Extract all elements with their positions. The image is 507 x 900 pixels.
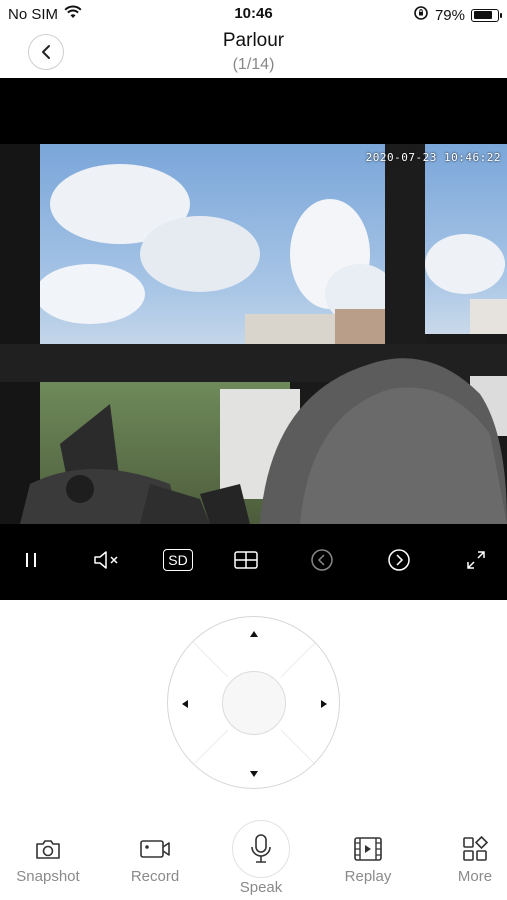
battery-icon xyxy=(471,8,502,22)
more-button[interactable]: More xyxy=(430,834,507,885)
arrow-right-icon xyxy=(321,700,327,708)
arrow-left-icon xyxy=(182,700,188,708)
arrow-up-icon xyxy=(250,631,258,637)
ptz-joystick[interactable] xyxy=(167,616,340,789)
video-timestamp: 2020-07-23 10:46:22 xyxy=(365,151,501,164)
bottom-toolbar: Snapshot Record Speak Replay More xyxy=(0,818,507,900)
orientation-lock-icon xyxy=(413,5,429,25)
camera-icon xyxy=(36,840,60,859)
ptz-right-button[interactable] xyxy=(314,694,334,714)
snapshot-button[interactable]: Snapshot xyxy=(3,834,93,885)
split-view-button[interactable] xyxy=(228,542,264,578)
quality-label: SD xyxy=(163,549,193,571)
prev-camera-button[interactable] xyxy=(304,542,340,578)
page-title: Parlour xyxy=(222,30,285,51)
ptz-up-button[interactable] xyxy=(244,625,264,645)
battery-percent: 79% xyxy=(434,6,465,24)
ptz-left-button[interactable] xyxy=(175,694,195,714)
apps-icon xyxy=(463,835,489,861)
arrow-down-icon xyxy=(250,771,258,777)
prev-icon xyxy=(311,549,333,571)
mute-button[interactable] xyxy=(90,542,126,578)
pause-icon xyxy=(26,553,36,567)
fullscreen-button[interactable] xyxy=(458,542,494,578)
record-button[interactable]: Record xyxy=(110,834,200,885)
video-controls: SD xyxy=(0,538,507,582)
microphone-icon xyxy=(251,834,271,863)
video-icon xyxy=(140,840,170,858)
battery-fill xyxy=(473,11,492,19)
next-camera-button[interactable] xyxy=(381,542,417,578)
video-player[interactable]: 2020-07-23 10:46:22 SD xyxy=(0,78,507,600)
status-bar: No SIM 10:46 79% xyxy=(0,0,507,28)
replay-button[interactable]: Replay xyxy=(323,834,413,885)
pause-button[interactable] xyxy=(13,542,49,578)
status-right: 79% xyxy=(413,5,502,25)
speak-button[interactable] xyxy=(232,820,290,878)
ptz-down-button[interactable] xyxy=(244,763,264,783)
grid-icon xyxy=(234,551,258,569)
mute-icon xyxy=(94,551,118,569)
film-icon xyxy=(354,837,382,861)
record-label: Record xyxy=(130,868,180,885)
quality-button[interactable]: SD xyxy=(159,542,197,578)
camera-feed[interactable]: 2020-07-23 10:46:22 xyxy=(0,144,507,600)
snapshot-label: Snapshot xyxy=(16,868,80,885)
more-label: More xyxy=(457,868,493,885)
camera-scene xyxy=(0,144,507,600)
ptz-center-knob[interactable] xyxy=(222,671,286,735)
header: Parlour (1/14) xyxy=(0,28,507,78)
next-icon xyxy=(388,549,410,571)
replay-label: Replay xyxy=(344,868,392,885)
speak-label: Speak xyxy=(239,879,283,896)
camera-index: (1/14) xyxy=(232,56,275,73)
fullscreen-icon xyxy=(467,551,485,569)
